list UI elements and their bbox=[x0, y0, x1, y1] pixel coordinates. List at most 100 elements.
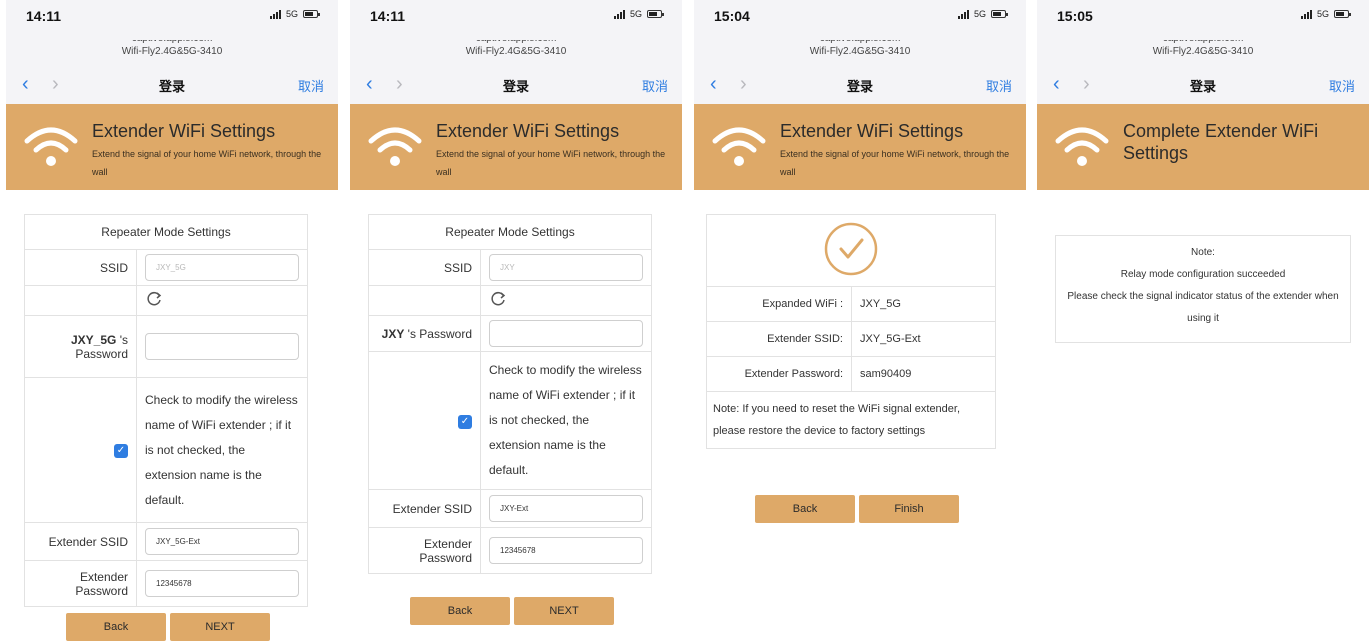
success-note: Note: Relay mode configuration succeeded… bbox=[1055, 235, 1351, 343]
battery-icon bbox=[303, 10, 320, 18]
back-button[interactable]: Back bbox=[755, 495, 855, 523]
expanded-wifi-label: Expanded WiFi : bbox=[706, 286, 852, 322]
header-banner: Complete Extender WiFi Settings bbox=[1037, 104, 1369, 190]
extender-ssid-label: Extender SSID: bbox=[706, 321, 852, 357]
screen-settings-result: 15:04 5G captive.apple.com Wifi-Fly2.4G&… bbox=[694, 0, 1026, 641]
extender-ssid-input[interactable]: JXY-Ext bbox=[489, 495, 643, 522]
cancel-button[interactable]: 取消 bbox=[642, 76, 668, 95]
password-label-suffix: 's Password bbox=[404, 326, 472, 341]
nav-title: 登录 bbox=[846, 79, 873, 94]
password-label: JXY_5G 's Password bbox=[24, 315, 137, 378]
table-title: Repeater Mode Settings bbox=[368, 214, 652, 250]
header-banner: Extender WiFi Settings Extend the signal… bbox=[6, 104, 338, 190]
ssid-input[interactable]: JXY_5G bbox=[145, 254, 299, 281]
cancel-button[interactable]: 取消 bbox=[986, 76, 1012, 95]
network-type: 5G bbox=[629, 9, 642, 19]
signal-icon bbox=[1300, 9, 1312, 19]
note-title: Note: bbox=[1191, 247, 1215, 258]
screen-repeater-settings-2g: 14:11 5G captive.apple.com Wifi-Fly2.4G&… bbox=[350, 0, 682, 641]
banner-title: Extender WiFi Settings bbox=[436, 121, 620, 141]
header-banner: Extender WiFi Settings Extend the signal… bbox=[694, 104, 1026, 190]
status-indicators: 5G bbox=[1300, 9, 1351, 19]
modify-name-checkbox[interactable]: ✓ bbox=[114, 444, 128, 458]
header-banner: Extender WiFi Settings Extend the signal… bbox=[350, 104, 682, 190]
cancel-button[interactable]: 取消 bbox=[298, 76, 324, 95]
wifi-icon bbox=[368, 127, 422, 166]
banner-subtitle: Extend the signal of your home WiFi netw… bbox=[92, 149, 322, 177]
password-label-ssid: JXY_5G bbox=[71, 332, 117, 347]
extender-ssid-label: Extender SSID bbox=[24, 522, 137, 561]
nav-bar: ‹ › 登录 取消 bbox=[1037, 66, 1369, 104]
url-ssid: Wifi-Fly2.4G&5G-3410 bbox=[121, 46, 223, 57]
banner-subtitle: Extend the signal of your home WiFi netw… bbox=[436, 149, 666, 177]
wifi-icon bbox=[24, 127, 78, 166]
battery-icon bbox=[991, 10, 1008, 18]
banner-title: Extender WiFi Settings bbox=[92, 121, 276, 141]
finish-button[interactable]: Finish bbox=[859, 495, 959, 523]
nav-bar: ‹ › 登录 取消 bbox=[6, 66, 338, 104]
table-title: Repeater Mode Settings bbox=[24, 214, 308, 250]
password-input[interactable] bbox=[145, 333, 299, 360]
note-line-1: Relay mode configuration succeeded bbox=[1120, 269, 1286, 280]
banner-title: Extender WiFi Settings bbox=[780, 121, 964, 141]
extender-password-label: Extender Password bbox=[24, 560, 137, 607]
status-indicators: 5G bbox=[269, 9, 320, 19]
cancel-button[interactable]: 取消 bbox=[1329, 76, 1355, 95]
refresh-icon[interactable] bbox=[489, 290, 507, 308]
signal-icon bbox=[269, 9, 281, 19]
status-bar: 15:04 5G bbox=[694, 0, 1026, 40]
network-type: 5G bbox=[973, 9, 986, 19]
nav-title: 登录 bbox=[1189, 79, 1216, 94]
screen-complete: 15:05 5G captive.apple.com Wifi-Fly2.4G&… bbox=[1037, 0, 1369, 641]
ssid-input[interactable]: JXY bbox=[489, 254, 643, 281]
wifi-icon bbox=[712, 127, 766, 166]
extender-ssid-label: Extender SSID bbox=[368, 489, 481, 528]
next-button[interactable]: NEXT bbox=[170, 613, 270, 641]
status-indicators: 5G bbox=[613, 9, 664, 19]
refresh-icon[interactable] bbox=[145, 290, 163, 308]
status-time: 14:11 bbox=[26, 8, 62, 24]
repeater-settings-table: Repeater Mode Settings SSID JXY_5G JXY_5… bbox=[24, 214, 308, 607]
extender-password-input[interactable]: 12345678 bbox=[145, 570, 299, 597]
back-button[interactable]: Back bbox=[410, 597, 510, 625]
next-button[interactable]: NEXT bbox=[514, 597, 614, 625]
url-ssid: Wifi-Fly2.4G&5G-3410 bbox=[1152, 46, 1254, 57]
url-ssid: Wifi-Fly2.4G&5G-3410 bbox=[465, 46, 567, 57]
network-type: 5G bbox=[1316, 9, 1329, 19]
result-table: Expanded WiFi : JXY_5G Extender SSID: JX… bbox=[706, 214, 996, 449]
status-bar: 14:11 5G bbox=[350, 0, 682, 40]
modify-name-checkbox[interactable]: ✓ bbox=[458, 414, 472, 429]
wifi-icon bbox=[1055, 127, 1109, 166]
password-label: JXY 's Password bbox=[368, 315, 481, 352]
status-bar: 14:11 5G bbox=[6, 0, 338, 40]
checkbox-note: Check to modify the wireless name of WiF… bbox=[136, 377, 308, 523]
screen-repeater-settings-5g: 14:11 5G captive.apple.com Wifi-Fly2.4G&… bbox=[6, 0, 338, 641]
password-input[interactable] bbox=[489, 320, 643, 347]
signal-icon bbox=[957, 9, 969, 19]
ssid-label: SSID bbox=[24, 249, 137, 286]
status-indicators: 5G bbox=[957, 9, 1008, 19]
repeater-settings-table: Repeater Mode Settings SSID JXY JXY 's P… bbox=[368, 214, 652, 574]
nav-title: 登录 bbox=[158, 79, 185, 94]
back-button[interactable]: Back bbox=[66, 613, 166, 641]
banner-subtitle: Extend the signal of your home WiFi netw… bbox=[780, 149, 1010, 177]
extender-ssid-input[interactable]: JXY_5G-Ext bbox=[145, 528, 299, 555]
nav-bar: ‹ › 登录 取消 bbox=[350, 66, 682, 104]
reset-note: Note: If you need to reset the WiFi sign… bbox=[706, 391, 996, 449]
signal-icon bbox=[613, 9, 625, 19]
battery-icon bbox=[647, 10, 664, 18]
nav-title: 登录 bbox=[502, 79, 529, 94]
nav-bar: ‹ › 登录 取消 bbox=[694, 66, 1026, 104]
status-bar: 15:05 5G bbox=[1037, 0, 1369, 40]
checkbox-note: Check to modify the wireless name of WiF… bbox=[480, 351, 652, 490]
ssid-label: SSID bbox=[368, 249, 481, 286]
extender-password-label: Extender Password: bbox=[706, 356, 852, 392]
status-time: 15:04 bbox=[714, 8, 750, 24]
note-line-2: Please check the signal indicator status… bbox=[1067, 291, 1339, 324]
password-label-ssid: JXY bbox=[381, 326, 405, 341]
success-check-icon bbox=[824, 222, 878, 276]
url-ssid: Wifi-Fly2.4G&5G-3410 bbox=[809, 46, 911, 57]
expanded-wifi-value: JXY_5G bbox=[851, 286, 996, 322]
battery-icon bbox=[1334, 10, 1351, 18]
extender-password-input[interactable]: 12345678 bbox=[489, 537, 643, 564]
